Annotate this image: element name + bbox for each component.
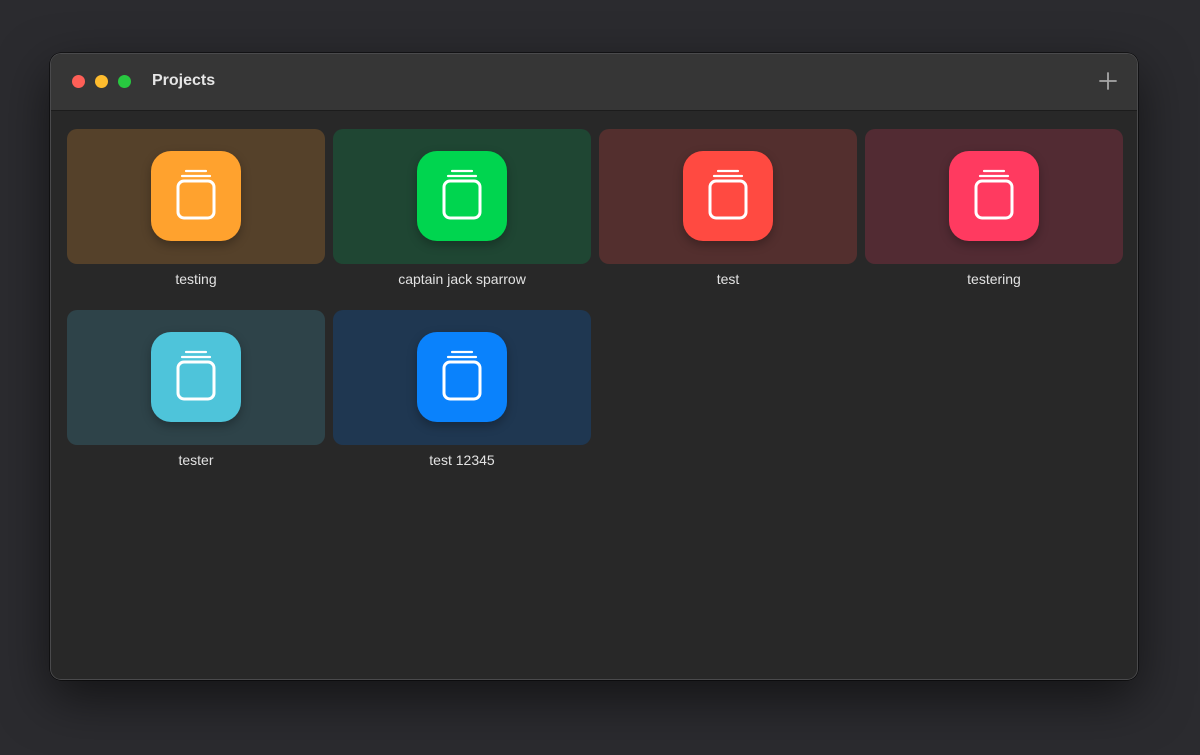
- zoom-window-button[interactable]: [118, 75, 131, 88]
- jar-icon: [949, 151, 1039, 241]
- window-title: Projects: [152, 72, 216, 89]
- close-window-button[interactable]: [72, 75, 85, 88]
- jar-icon: [151, 151, 241, 241]
- project-name: test 12345: [429, 452, 495, 468]
- jar-icon: [417, 332, 507, 422]
- project-name: test: [716, 271, 740, 287]
- project-name: tester: [178, 452, 214, 468]
- minimize-window-button[interactable]: [95, 75, 108, 88]
- project-name: testering: [967, 271, 1021, 287]
- project-tile[interactable]: [599, 129, 857, 264]
- add-project-button[interactable]: [1098, 71, 1118, 91]
- title-bar: Projects: [51, 54, 1137, 111]
- jar-icon: [151, 332, 241, 422]
- jar-icon: [417, 151, 507, 241]
- project-card[interactable]: captain jack sparrow: [333, 129, 591, 287]
- project-tile[interactable]: [865, 129, 1123, 264]
- project-card[interactable]: test 12345: [333, 310, 591, 468]
- project-card[interactable]: testing: [67, 129, 325, 287]
- project-card[interactable]: test: [599, 129, 857, 287]
- project-tile[interactable]: [67, 310, 325, 445]
- project-tile[interactable]: [333, 129, 591, 264]
- project-tile[interactable]: [333, 310, 591, 445]
- plus-icon: [1099, 72, 1117, 90]
- project-card[interactable]: tester: [67, 310, 325, 468]
- projects-window: Projects testing captain jack sparrow te…: [50, 53, 1138, 680]
- project-name: testing: [175, 271, 217, 287]
- jar-icon: [683, 151, 773, 241]
- project-card[interactable]: testering: [865, 129, 1123, 287]
- project-tile[interactable]: [67, 129, 325, 264]
- project-name: captain jack sparrow: [398, 271, 526, 287]
